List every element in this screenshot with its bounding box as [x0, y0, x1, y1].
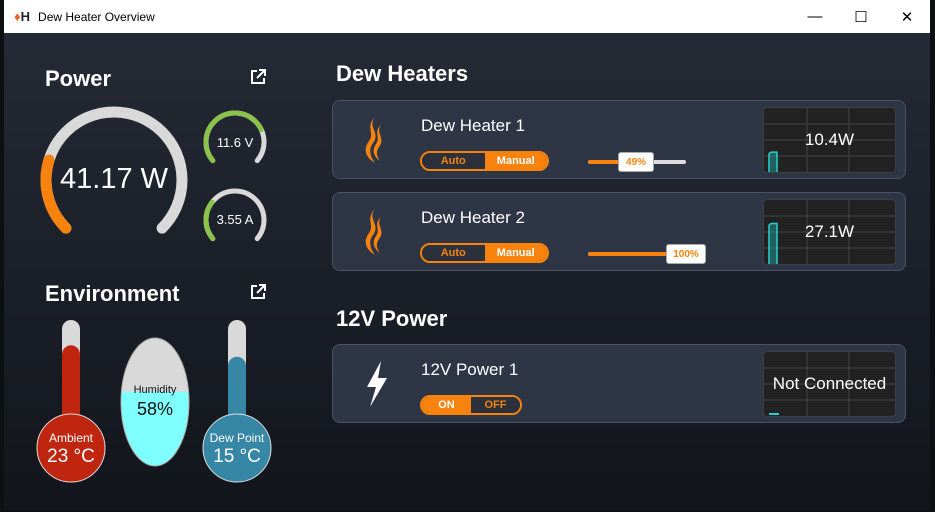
close-button[interactable]: ✕: [884, 0, 930, 33]
power-reading: Not Connected: [772, 374, 887, 393]
off-option[interactable]: OFF: [471, 397, 520, 413]
power-reading: 27.1W: [804, 222, 855, 241]
dew-point-value: 15 °C: [213, 446, 261, 467]
flame-icon: [361, 115, 391, 170]
power-chart: 10.4W: [763, 107, 896, 173]
ambient-value: 23 °C: [47, 446, 95, 467]
heater-name: Dew Heater 1: [421, 116, 525, 135]
flame-icon: [361, 207, 391, 262]
power-slider-thumb[interactable]: 100%: [666, 244, 706, 264]
humidity-value: 58%: [136, 399, 174, 419]
humidity-label: Humidity: [133, 384, 177, 396]
minimize-button[interactable]: —: [792, 0, 838, 33]
ambient-label: Ambient: [48, 431, 94, 445]
app-window: ♦ H Dew Heater Overview — ☐ ✕ Power 41.17…: [4, 0, 930, 510]
power-slider-thumb[interactable]: 49%: [618, 152, 655, 172]
on-option[interactable]: ON: [422, 397, 471, 413]
power-reading: 10.4W: [804, 130, 855, 149]
auto-option[interactable]: Auto: [422, 153, 485, 169]
lightning-icon: [361, 359, 391, 414]
dew-heater-card: Dew Heater 2 Auto Manual 100% 27.1W: [332, 192, 906, 271]
mode-toggle[interactable]: Auto Manual: [420, 151, 549, 171]
total-power-value: 41.17 W: [60, 163, 168, 195]
maximize-button[interactable]: ☐: [838, 0, 884, 33]
dew-point-label: Dew Point: [209, 431, 265, 445]
voltage-value: 11.6 V: [216, 135, 254, 150]
power-chart: 27.1W: [763, 199, 896, 265]
current-value: 3.55 A: [216, 212, 254, 227]
on-off-toggle[interactable]: ON OFF: [420, 395, 522, 415]
power-12v-title: 12V Power: [336, 306, 448, 331]
external-link-icon[interactable]: [249, 283, 267, 301]
manual-option[interactable]: Manual: [484, 153, 547, 169]
heater-name: Dew Heater 2: [421, 208, 525, 227]
output-name: 12V Power 1: [421, 360, 519, 379]
mode-toggle[interactable]: Auto Manual: [420, 243, 549, 263]
auto-option[interactable]: Auto: [422, 245, 485, 261]
dew-heater-card: Dew Heater 1 Auto Manual 49% 10.4W: [332, 100, 906, 179]
manual-option[interactable]: Manual: [484, 245, 547, 261]
power-12v-card: 12V Power 1 ON OFF Not Connected: [332, 344, 906, 423]
dew-heaters-title: Dew Heaters: [336, 61, 469, 86]
power-chart: Not Connected: [763, 351, 896, 417]
